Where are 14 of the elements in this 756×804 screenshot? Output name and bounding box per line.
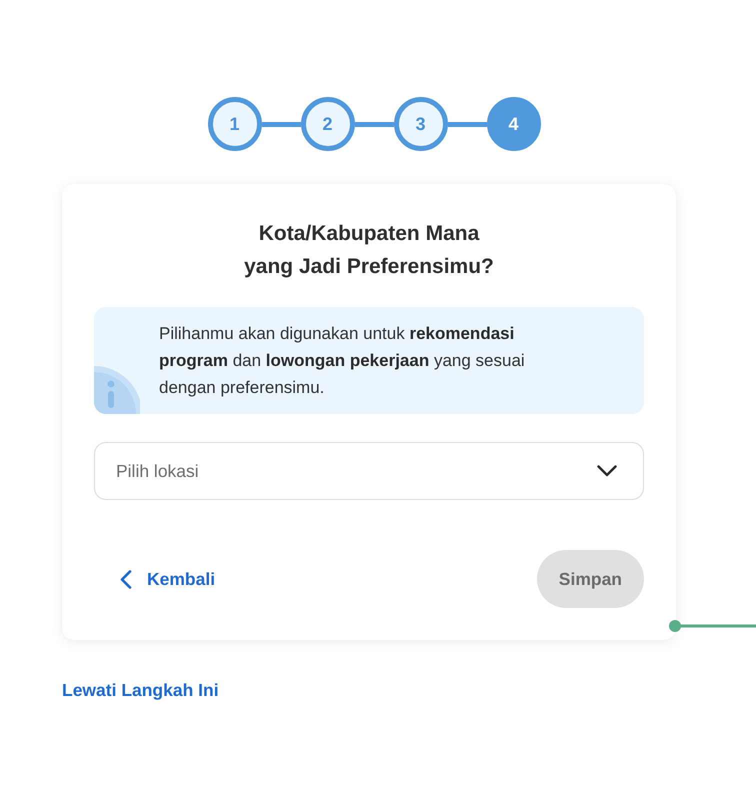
back-button[interactable]: Kembali bbox=[94, 550, 216, 608]
step-indicator: 4 bbox=[486, 97, 540, 151]
step-indicator: 3 bbox=[394, 97, 448, 151]
step-connector bbox=[262, 122, 300, 126]
chevron-down-icon bbox=[597, 465, 617, 477]
card-title: Kota/Kabupaten Mana yang Jadi Preferensimu? bbox=[243, 221, 495, 280]
step-connector bbox=[354, 122, 394, 126]
chevron-left-icon bbox=[120, 570, 132, 588]
step-connector bbox=[448, 122, 486, 126]
skip-step-link[interactable]: Lewati Langkah Ini bbox=[62, 678, 219, 702]
step-indicator: 2 bbox=[300, 97, 354, 151]
location-select[interactable]: Pilih lokasi bbox=[94, 442, 644, 500]
info-text: Pilihanmu akan digunakan untuk rekomendasi program dan lowongan pekerjaan yang sesuai dengan preferensimu. bbox=[159, 323, 526, 399]
step-indicator: 1 bbox=[208, 97, 262, 151]
